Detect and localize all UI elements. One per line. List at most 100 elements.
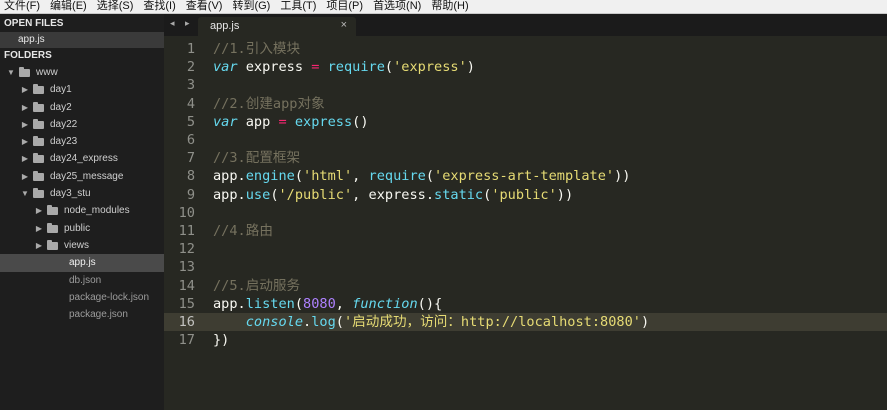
chevron-right-icon[interactable]: ▶ <box>34 202 44 219</box>
tree-item-label: db.json <box>69 274 102 286</box>
menu-item[interactable]: 选择(S) <box>93 0 140 13</box>
tree-item-label: day22 <box>50 118 78 130</box>
tree-folder-item[interactable]: ▶ day2 <box>0 99 164 116</box>
chevron-right-icon[interactable]: ▶ <box>20 150 30 167</box>
chevron-right-icon[interactable]: ▶ <box>20 99 30 116</box>
code-line[interactable]: 13 <box>164 258 887 276</box>
tree-folder-item[interactable]: ▶ views <box>0 237 164 254</box>
folder-icon <box>33 188 44 199</box>
code-text: //1.引入模块 <box>213 41 301 57</box>
code-text: //2.创建app对象 <box>213 95 325 112</box>
chevron-right-icon[interactable]: ▶ <box>20 81 30 98</box>
tree-folder-item[interactable]: ▶ day25_message <box>0 168 164 185</box>
tree-item-label: www <box>36 67 58 78</box>
line-number: 5 <box>186 113 195 130</box>
menu-item[interactable]: 转到(G) <box>228 0 276 13</box>
code-line[interactable]: 12 <box>164 240 887 258</box>
menu-item[interactable]: 首选项(N) <box>369 0 427 13</box>
tree-item-label: day2 <box>50 101 72 113</box>
code-line[interactable]: 17}) <box>164 331 887 349</box>
tree-item-label: day25_message <box>50 170 124 182</box>
chevron-right-icon[interactable]: ▶ <box>20 168 30 185</box>
tree-file-item[interactable]: app.js <box>0 254 164 272</box>
tree-folder-item[interactable]: ▶ node_modules <box>0 202 164 219</box>
tree-item-label: day1 <box>50 84 72 96</box>
open-file-item[interactable]: app.js <box>0 32 164 48</box>
line-number: 16 <box>178 314 195 330</box>
menu-item[interactable]: 编辑(E) <box>46 0 93 13</box>
code-text: var app = express() <box>213 113 369 130</box>
tree-file-item[interactable]: package.json <box>0 306 164 323</box>
menu-item[interactable]: 查看(V) <box>182 0 229 13</box>
chevron-right-icon[interactable]: ▶ <box>34 220 44 237</box>
line-number: 13 <box>178 259 195 276</box>
tree-folder-item[interactable]: ▶ public <box>0 220 164 237</box>
tree-file-item[interactable]: package-lock.json <box>0 289 164 306</box>
line-number: 2 <box>186 59 195 76</box>
line-number: 3 <box>186 77 195 94</box>
code-text: //3.配置框架 <box>213 150 301 167</box>
code-text: app.use('/public', express.static('publi… <box>213 186 574 203</box>
code-text: console.log('启动成功，访问：http://localhost:80… <box>245 314 650 330</box>
code-text: }) <box>213 332 230 349</box>
tree-folder-item[interactable]: ▶ day22 <box>0 116 164 133</box>
chevron-right-icon[interactable]: ▶ <box>34 237 44 254</box>
code-line[interactable]: 8 app.engine('html', require('express-art… <box>164 167 887 185</box>
code-line[interactable]: 11 //4.路由 <box>164 222 887 240</box>
tree-item-label: day23 <box>50 136 78 148</box>
folder-icon <box>33 170 44 181</box>
menu-item[interactable]: 文件(F) <box>0 0 46 13</box>
folder-tree: ▼ www ▶ day1 ▶ day2 ▶ day22 ▶ day23 ▶ day24_express… <box>0 64 164 323</box>
code-line[interactable]: 6 <box>164 131 887 149</box>
code-text: app.listen(8080, function(){ <box>213 295 443 312</box>
line-number: 11 <box>178 223 195 239</box>
tree-item-label: app.js <box>69 257 96 269</box>
code-text: app.engine('html', require('express-art-… <box>213 168 631 185</box>
tab-bar: ◂ ▸ app.js × <box>164 14 887 36</box>
folder-icon <box>33 101 44 112</box>
folder-icon <box>47 222 58 233</box>
chevron-down-icon[interactable]: ▼ <box>6 64 16 81</box>
line-number: 8 <box>186 168 195 185</box>
code-line[interactable]: 2 var express = require('express') <box>164 58 887 76</box>
folders-header: FOLDERS <box>4 50 52 61</box>
line-number: 12 <box>178 241 195 258</box>
tab-app-js[interactable]: app.js × <box>198 17 356 36</box>
code-text: //4.路由 <box>213 223 273 239</box>
folder-icon <box>47 239 58 250</box>
folder-icon <box>33 153 44 164</box>
tree-folder-item[interactable]: ▶ day23 <box>0 133 164 150</box>
line-number: 6 <box>186 132 195 148</box>
code-line[interactable]: 16 console.log('启动成功，访问：http://localhost… <box>164 313 887 331</box>
chevron-right-icon[interactable]: ▶ <box>20 116 30 133</box>
code-line[interactable]: 14 //5.启动服务 <box>164 277 887 295</box>
code-line[interactable]: 5 var app = express() <box>164 113 887 131</box>
code-line[interactable]: 7 //3.配置框架 <box>164 149 887 167</box>
tree-folder-item[interactable]: ▼ day3_stu <box>0 185 164 202</box>
menu-item[interactable]: 帮助(H) <box>427 0 474 13</box>
code-text: //5.启动服务 <box>213 277 301 294</box>
menu-bar: 文件(F) 编辑(E) 选择(S) 查找(I) 查看(V) 转到(G) 工具(T) 项目(P)… <box>0 0 887 14</box>
tab-nav-arrows-icon[interactable]: ◂ ▸ <box>170 18 194 29</box>
code-line[interactable]: 3 <box>164 76 887 94</box>
tree-folder-item[interactable]: ▶ day1 <box>0 81 164 98</box>
code-editor[interactable]: 1 //1.引入模块 2 var express = require('express… <box>164 36 887 410</box>
menu-item[interactable]: 工具(T) <box>276 0 322 13</box>
close-icon[interactable]: × <box>341 19 347 31</box>
menu-item[interactable]: 项目(P) <box>322 0 369 13</box>
line-number: 17 <box>178 332 195 349</box>
code-line[interactable]: 1 //1.引入模块 <box>164 40 887 58</box>
menu-item[interactable]: 查找(I) <box>139 0 181 13</box>
code-line[interactable]: 15 app.listen(8080, function(){ <box>164 295 887 313</box>
tree-file-item[interactable]: db.json <box>0 272 164 289</box>
chevron-down-icon[interactable]: ▼ <box>20 185 30 202</box>
tree-folder-item[interactable]: ▶ day24_express <box>0 150 164 167</box>
code-line[interactable]: 10 <box>164 204 887 222</box>
tree-folder-item[interactable]: ▼ www <box>0 64 164 81</box>
line-number: 4 <box>186 95 195 112</box>
code-line[interactable]: 4 //2.创建app对象 <box>164 95 887 113</box>
line-number: 15 <box>178 295 195 312</box>
code-line[interactable]: 9 app.use('/public', express.static('publ… <box>164 186 887 204</box>
tree-item-label: node_modules <box>64 205 130 217</box>
chevron-right-icon[interactable]: ▶ <box>20 133 30 150</box>
